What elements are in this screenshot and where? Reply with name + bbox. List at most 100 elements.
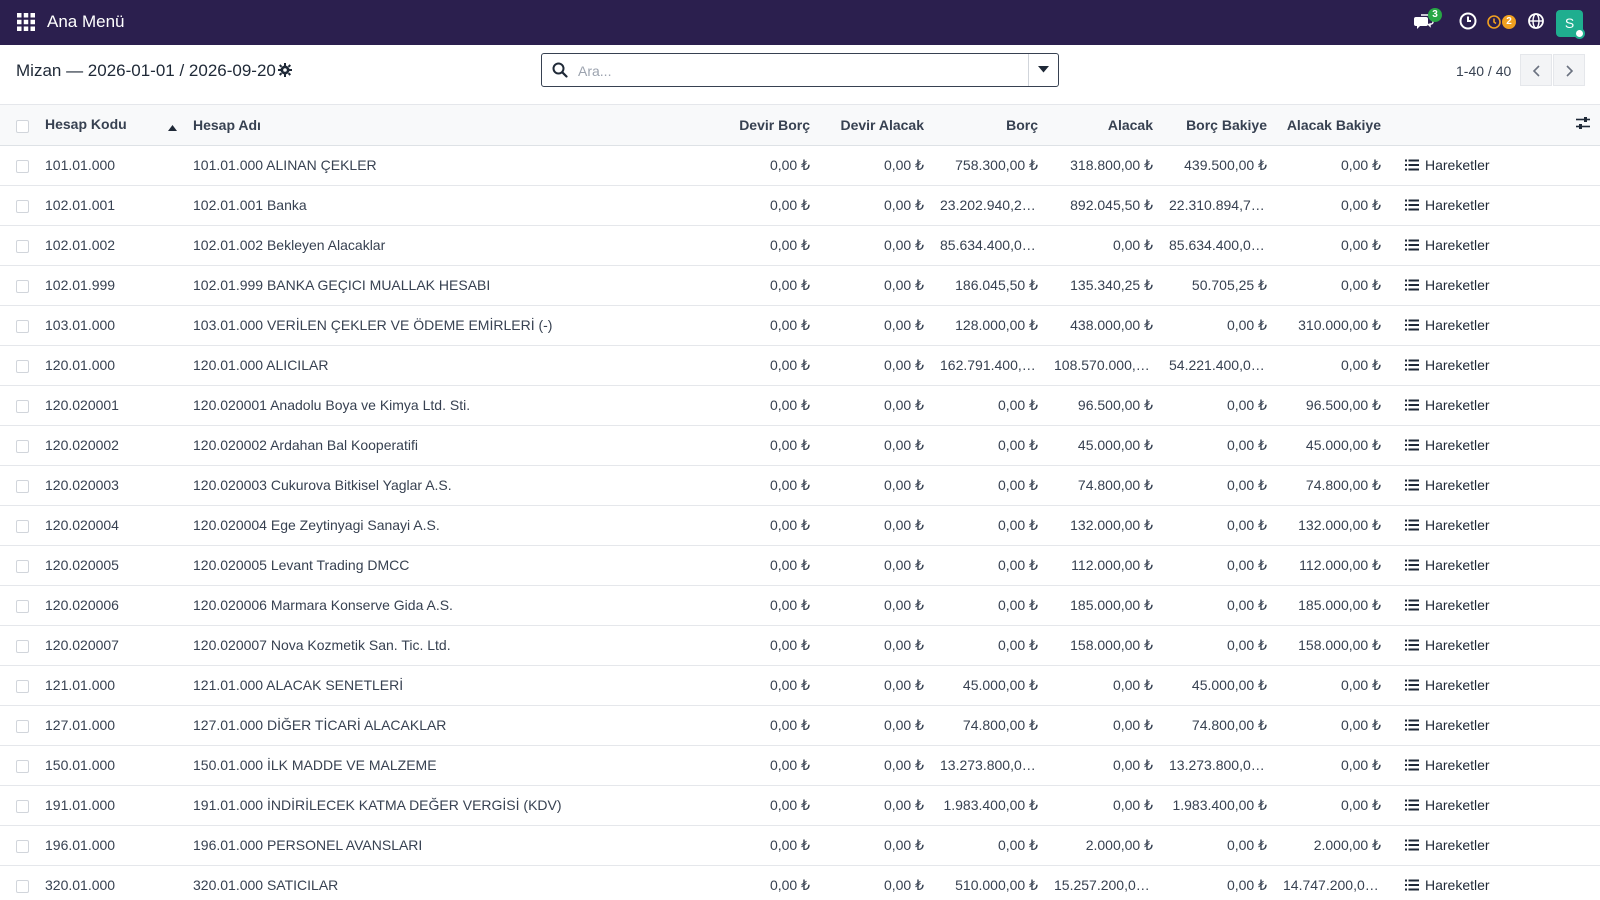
movements-button[interactable]: Hareketler — [1405, 517, 1490, 533]
cell-borc: 0,00 ₺ — [997, 596, 1038, 613]
table-row[interactable]: 103.01.000 103.01.000 VERİLEN ÇEKLER VE … — [0, 305, 1600, 345]
chat-icon[interactable]: 3 — [1414, 8, 1442, 34]
table-row[interactable]: 102.01.999 102.01.999 BANKA GEÇICI MUALL… — [0, 265, 1600, 305]
row-checkbox[interactable] — [16, 679, 29, 693]
cell-actions: Hareketler — [1389, 785, 1566, 825]
pager-next-button[interactable] — [1553, 54, 1585, 86]
column-header-devir-borc[interactable]: Devir Borç — [704, 105, 818, 146]
row-checkbox[interactable] — [16, 839, 29, 853]
table-row[interactable]: 127.01.000 127.01.000 DİĞER TİCARİ ALACA… — [0, 705, 1600, 745]
pager-previous-button[interactable] — [1520, 54, 1552, 86]
row-checkbox[interactable] — [16, 799, 29, 813]
pager-value[interactable]: 1-40 / 40 — [1456, 63, 1511, 79]
table-row[interactable]: 102.01.001 102.01.001 Banka 0,00 ₺ 0,00 … — [0, 185, 1600, 225]
row-checkbox[interactable] — [16, 559, 29, 573]
movements-button[interactable]: Hareketler — [1405, 237, 1490, 253]
row-checkbox[interactable] — [16, 479, 29, 493]
gear-icon[interactable] — [278, 63, 292, 77]
apps-menu-icon[interactable] — [17, 13, 35, 31]
table-row[interactable]: 196.01.000 196.01.000 PERSONEL AVANSLARI… — [0, 825, 1600, 865]
clock-icon[interactable] — [1459, 12, 1481, 34]
row-checkbox[interactable] — [16, 439, 29, 453]
cell-code: 120.020002 — [45, 437, 119, 453]
column-header-alacak[interactable]: Alacak — [1046, 105, 1161, 146]
cell-spacer — [1566, 665, 1600, 705]
row-checkbox[interactable] — [16, 759, 29, 773]
movements-button[interactable]: Hareketler — [1405, 157, 1490, 173]
app-title[interactable]: Ana Menü — [47, 12, 125, 32]
table-row[interactable]: 120.020006 120.020006 Marmara Konserve G… — [0, 585, 1600, 625]
column-header-code[interactable]: Hesap Kodu — [37, 105, 185, 146]
cell-alacak: 0,00 ₺ — [1112, 676, 1153, 693]
row-checkbox[interactable] — [16, 359, 29, 373]
column-header-alacak-bakiye[interactable]: Alacak Bakiye — [1275, 105, 1389, 146]
table-row[interactable]: 150.01.000 150.01.000 İLK MADDE VE MALZE… — [0, 745, 1600, 785]
movements-button[interactable]: Hareketler — [1405, 677, 1490, 693]
row-checkbox[interactable] — [16, 639, 29, 653]
movements-button[interactable]: Hareketler — [1405, 877, 1490, 893]
cell-spacer — [1566, 625, 1600, 665]
cell-devir-alacak: 0,00 ₺ — [883, 516, 924, 533]
table-row[interactable]: 101.01.000 101.01.000 ALINAN ÇEKLER 0,00… — [0, 145, 1600, 185]
search-icon[interactable] — [552, 62, 568, 78]
list-icon — [1405, 519, 1419, 530]
row-checkbox[interactable] — [16, 239, 29, 253]
table-row[interactable]: 320.01.000 320.01.000 SATICILAR 0,00 ₺ 0… — [0, 865, 1600, 900]
column-header-devir-alacak[interactable]: Devir Alacak — [818, 105, 932, 146]
movements-button[interactable]: Hareketler — [1405, 277, 1490, 293]
table-row[interactable]: 120.020003 120.020003 Cukurova Bitkisel … — [0, 465, 1600, 505]
search-options-toggle[interactable] — [1028, 54, 1058, 86]
row-checkbox[interactable] — [16, 279, 29, 293]
column-header-borc[interactable]: Borç — [932, 105, 1046, 146]
movements-button[interactable]: Hareketler — [1405, 717, 1490, 733]
table-row[interactable]: 191.01.000 191.01.000 İNDİRİLECEK KATMA … — [0, 785, 1600, 825]
table-row[interactable]: 120.020005 120.020005 Levant Trading DMC… — [0, 545, 1600, 585]
table-row[interactable]: 120.020007 120.020007 Nova Kozmetik San.… — [0, 625, 1600, 665]
cell-devir-borc: 0,00 ₺ — [769, 676, 810, 693]
cell-borc: 0,00 ₺ — [997, 836, 1038, 853]
table-row[interactable]: 120.020001 120.020001 Anadolu Boya ve Ki… — [0, 385, 1600, 425]
row-checkbox[interactable] — [16, 719, 29, 733]
globe-icon[interactable] — [1527, 12, 1549, 34]
sliders-icon[interactable] — [1575, 116, 1591, 133]
row-checkbox[interactable] — [16, 199, 29, 213]
movements-button[interactable]: Hareketler — [1405, 637, 1490, 653]
movements-button[interactable]: Hareketler — [1405, 597, 1490, 613]
movements-button[interactable]: Hareketler — [1405, 397, 1490, 413]
table-row[interactable]: 120.01.000 120.01.000 ALICILAR 0,00 ₺ 0,… — [0, 345, 1600, 385]
timer-icon[interactable]: 2 — [1485, 12, 1519, 34]
table-row[interactable]: 121.01.000 121.01.000 ALACAK SENETLERİ 0… — [0, 665, 1600, 705]
cell-spacer — [1566, 465, 1600, 505]
row-checkbox[interactable] — [16, 599, 29, 613]
movements-button[interactable]: Hareketler — [1405, 317, 1490, 333]
row-checkbox[interactable] — [16, 159, 29, 173]
movements-button[interactable]: Hareketler — [1405, 197, 1490, 213]
list-icon — [1405, 199, 1419, 210]
movements-button[interactable]: Hareketler — [1405, 797, 1490, 813]
select-all-checkbox[interactable] — [16, 119, 29, 133]
cell-spacer — [1566, 585, 1600, 625]
trial-balance-table: Hesap Kodu Hesap Adı Devir Borç Devir Al… — [0, 105, 1600, 900]
table-row[interactable]: 120.020002 120.020002 Ardahan Bal Kooper… — [0, 425, 1600, 465]
movements-button[interactable]: Hareketler — [1405, 357, 1490, 373]
row-checkbox[interactable] — [16, 879, 29, 893]
movements-button[interactable]: Hareketler — [1405, 477, 1490, 493]
movements-button[interactable]: Hareketler — [1405, 837, 1490, 853]
column-header-borc-bakiye[interactable]: Borç Bakiye — [1161, 105, 1275, 146]
row-checkbox[interactable] — [16, 319, 29, 333]
table-row[interactable]: 102.01.002 102.01.002 Bekleyen Alacaklar… — [0, 225, 1600, 265]
movements-button[interactable]: Hareketler — [1405, 757, 1490, 773]
column-header-name[interactable]: Hesap Adı — [185, 105, 704, 146]
user-avatar[interactable]: S — [1556, 10, 1585, 39]
cell-alacak-bakiye: 0,00 ₺ — [1340, 676, 1381, 693]
table-row[interactable]: 120.020004 120.020004 Ege Zeytinyagi San… — [0, 505, 1600, 545]
row-checkbox[interactable] — [16, 399, 29, 413]
cell-alacak-bakiye: 0,00 ₺ — [1340, 756, 1381, 773]
cell-spacer — [1566, 305, 1600, 345]
row-checkbox[interactable] — [16, 519, 29, 533]
cell-borc-bakiye: 0,00 ₺ — [1226, 556, 1267, 573]
movements-button[interactable]: Hareketler — [1405, 437, 1490, 453]
movements-button[interactable]: Hareketler — [1405, 557, 1490, 573]
search-input[interactable] — [578, 60, 1008, 82]
cell-borc-bakiye: 13.273.800,00 ₺ — [1169, 756, 1272, 773]
